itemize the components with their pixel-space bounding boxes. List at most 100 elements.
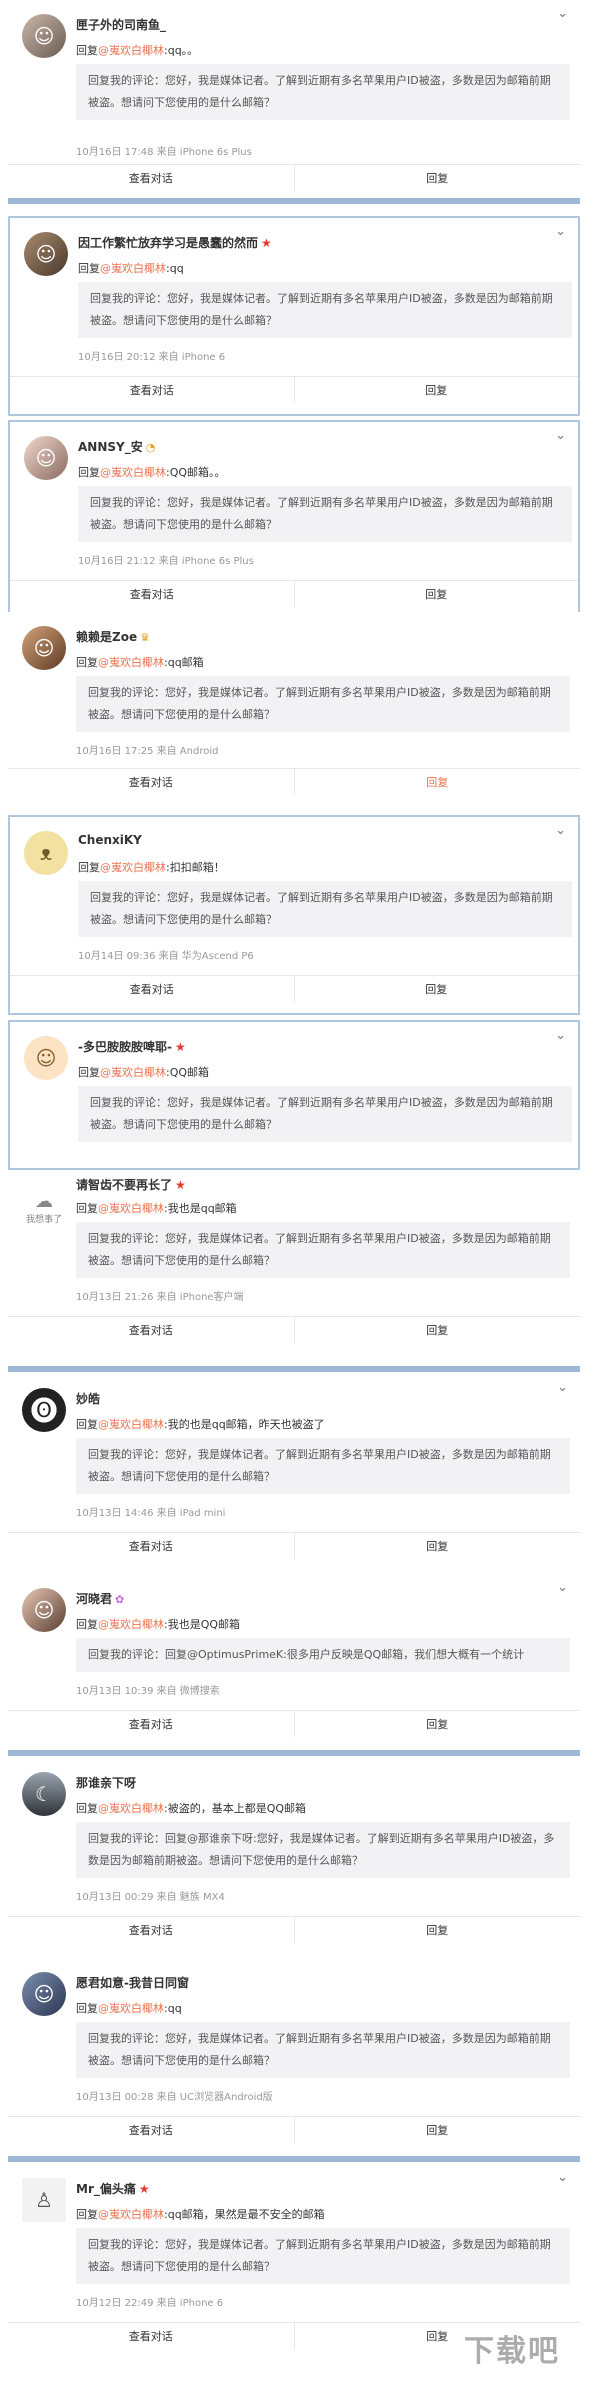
chevron-down-icon[interactable]: ⌄ — [557, 1380, 568, 1396]
comment-card: ⌄ ☺ 因工作繁忙放弃学习是愚蠢的然而 ★ 回复@嵬欢白椰林:qq 回复我的评论：… — [8, 216, 580, 416]
username[interactable]: -多巴胺胺胺啤耶- ★ — [78, 1038, 186, 1055]
timestamp-source: 10月14日 09:36 来自 华为Ascend P6 — [78, 951, 254, 962]
quoted-comment: 回复我的评论：您好，我是媒体记者。了解到近期有多名苹果用户ID被盗，多数是因为邮… — [76, 1438, 570, 1494]
view-conversation-button[interactable]: 查看对话 — [8, 2323, 294, 2349]
comment-card: ⌄ ♙ Mr_偏头痛 ★ 回复@嵬欢白椰林:qq邮箱，果然是最不安全的邮箱 回复我… — [8, 2164, 580, 2384]
mention-link[interactable]: @嵬欢白椰林 — [98, 44, 164, 57]
username[interactable]: ChenxiKY — [78, 833, 142, 847]
avatar[interactable]: ☺ — [22, 14, 66, 58]
quoted-comment: 回复我的评论：您好，我是媒体记者。了解到近期有多名苹果用户ID被盗，多数是因为邮… — [78, 282, 572, 338]
avatar[interactable]: ☺ — [22, 1588, 66, 1632]
mention-link[interactable]: @嵬欢白椰林 — [100, 1066, 166, 1079]
cloud-icon: ☁ — [35, 1191, 53, 1212]
reply-button[interactable]: 回复 — [293, 1917, 581, 1943]
mention-link[interactable]: @嵬欢白椰林 — [98, 656, 164, 669]
avatar[interactable]: ☺ — [22, 626, 66, 670]
avatar[interactable]: ☁ 我想事了 — [22, 1186, 66, 1230]
view-conversation-button[interactable]: 查看对话 — [8, 2117, 294, 2143]
view-conversation-button[interactable]: 查看对话 — [8, 1917, 294, 1943]
quoted-comment: 回复我的评论：回复@OptimusPrimeK:很多用户反映是QQ邮箱，我们想大… — [76, 1638, 570, 1672]
avatar[interactable]: ☺ — [24, 1036, 68, 1080]
avatar[interactable]: ᴥ — [24, 831, 68, 875]
verified-icon: ◔ — [145, 441, 156, 454]
avatar[interactable]: ♙ — [22, 2178, 66, 2222]
card-separator — [8, 1750, 580, 1756]
username[interactable]: 河晓君 ✿ — [76, 1590, 124, 1607]
mention-link[interactable]: @嵬欢白椰林 — [98, 1202, 164, 1215]
ribbon-icon: ✿ — [115, 1593, 125, 1606]
mention-link[interactable]: @嵬欢白椰林 — [100, 466, 166, 479]
username[interactable]: 请智齿不要再长了 ★ — [76, 1176, 186, 1193]
view-conversation-button[interactable]: 查看对话 — [8, 1317, 294, 1343]
view-conversation-button[interactable]: 查看对话 — [8, 1533, 294, 1559]
comment-card: ☾ 那谁亲下呀 回复@嵬欢白椰林:被盗的，基本上都是QQ邮箱 回复我的评论：回复… — [8, 1758, 580, 1954]
comment-card: ☺ 赖赖是Zoe ♛ 回复@嵬欢白椰林:qq邮箱 回复我的评论：您好，我是媒体记者… — [8, 612, 580, 808]
reply-button[interactable]: 回复 — [293, 1533, 581, 1559]
timestamp-source: 10月12日 22:49 来自 iPhone 6 — [76, 2298, 224, 2309]
comment-card: ⌄ ☺ -多巴胺胺胺啤耶- ★ 回复@嵬欢白椰林:QQ邮箱 回复我的评论：您好，我… — [8, 1020, 580, 1170]
chevron-down-icon[interactable]: ⌄ — [557, 1580, 568, 1596]
timestamp-source: 10月13日 14:46 来自 iPad mini — [76, 1508, 226, 1519]
avatar[interactable]: ☺ — [24, 436, 68, 480]
avatar[interactable]: ☺ — [22, 1972, 66, 2016]
username[interactable]: Mr_偏头痛 ★ — [76, 2180, 150, 2197]
chevron-down-icon[interactable]: ⌄ — [555, 224, 566, 240]
username[interactable]: 那谁亲下呀 — [76, 1774, 136, 1791]
chevron-down-icon[interactable]: ⌄ — [555, 1028, 566, 1044]
vip-star-icon: ★ — [174, 1040, 186, 1054]
username[interactable]: 赖赖是Zoe ♛ — [76, 628, 150, 645]
quoted-comment: 回复我的评论：您好，我是媒体记者。了解到近期有多名苹果用户ID被盗，多数是因为邮… — [76, 676, 570, 732]
reply-text: 回复@嵬欢白椰林:我的也是qq邮箱，昨天也被盗了 — [76, 1418, 325, 1431]
reply-button[interactable]: 回复 — [293, 769, 581, 795]
mention-link[interactable]: @嵬欢白椰林 — [98, 2208, 164, 2221]
reply-button[interactable]: 回复 — [293, 1317, 581, 1343]
reply-text: 回复@嵬欢白椰林:我也是QQ邮箱 — [76, 1618, 241, 1631]
chevron-down-icon[interactable]: ⌄ — [555, 428, 566, 444]
view-conversation-button[interactable]: 查看对话 — [8, 1711, 294, 1737]
username[interactable]: 愿君如意-我昔日同窗 — [76, 1974, 189, 1991]
mention-link[interactable]: @嵬欢白椰林 — [98, 2002, 164, 2015]
view-conversation-button[interactable]: 查看对话 — [10, 976, 294, 1002]
reply-text: 回复@嵬欢白椰林:qq邮箱，果然是最不安全的邮箱 — [76, 2208, 325, 2221]
reply-button[interactable]: 回复 — [293, 581, 579, 607]
comment-card: ⌄ ☺ 匣子外的司南鱼_ 回复@嵬欢白椰林:qq。。 回复我的评论：您好，我是媒… — [8, 0, 580, 158]
chevron-down-icon[interactable]: ⌄ — [557, 2170, 568, 2186]
quoted-comment: 回复我的评论：您好，我是媒体记者。了解到近期有多名苹果用户ID被盗，多数是因为邮… — [78, 881, 572, 937]
username[interactable]: 因工作繁忙放弃学习是愚蠢的然而 ★ — [78, 234, 272, 251]
reply-text: 回复@嵬欢白椰林:qq。。 — [76, 44, 199, 57]
comment-card: ☺ 愿君如意-我昔日同窗 回复@嵬欢白椰林:qq 回复我的评论：您好，我是媒体记… — [8, 1958, 580, 2154]
view-conversation-button[interactable]: 查看对话 — [8, 165, 294, 191]
mention-link[interactable]: @嵬欢白椰林 — [98, 1802, 164, 1815]
timestamp-source: 10月13日 10:39 来自 微博搜索 — [76, 1686, 220, 1697]
quoted-comment: 回复我的评论：您好，我是媒体记者。了解到近期有多名苹果用户ID被盗，多数是因为邮… — [76, 2228, 570, 2284]
avatar[interactable]: ☾ — [22, 1772, 66, 1816]
avatar[interactable]: ʘ — [22, 1388, 66, 1432]
username[interactable]: 匣子外的司南鱼_ — [76, 16, 166, 33]
card-separator — [8, 1366, 580, 1372]
avatar[interactable]: ☺ — [24, 232, 68, 276]
mention-link[interactable]: @嵬欢白椰林 — [100, 262, 166, 275]
comment-card: ⌄ ☺ 河晓君 ✿ 回复@嵬欢白椰林:我也是QQ邮箱 回复我的评论：回复@Opti… — [8, 1574, 580, 1746]
vip-star-icon: ★ — [261, 236, 272, 250]
mention-link[interactable]: @嵬欢白椰林 — [98, 1418, 164, 1431]
reply-text: 回复@嵬欢白椰林:QQ邮箱。。 — [78, 466, 226, 479]
vip-star-icon: ★ — [138, 2182, 150, 2196]
username[interactable]: ANNSY_安 ◔ — [78, 438, 155, 455]
reply-button[interactable]: 回复 — [293, 2117, 581, 2143]
reply-button[interactable]: 回复 — [293, 1711, 581, 1737]
mention-link[interactable]: @嵬欢白椰林 — [100, 861, 166, 874]
reply-button[interactable]: 回复 — [293, 976, 579, 1002]
chevron-down-icon[interactable]: ⌄ — [555, 823, 566, 839]
username[interactable]: 妙皓 — [76, 1390, 100, 1407]
card-separator — [8, 2156, 580, 2162]
reply-button[interactable]: 回复 — [293, 165, 581, 191]
view-conversation-button[interactable]: 查看对话 — [10, 377, 294, 403]
view-conversation-button[interactable]: 查看对话 — [10, 581, 294, 607]
timestamp-source: 10月16日 17:48 来自 iPhone 6s Plus — [76, 147, 252, 158]
reply-button[interactable]: 回复 — [293, 377, 579, 403]
quoted-comment: 回复我的评论：您好，我是媒体记者。了解到近期有多名苹果用户ID被盗，多数是因为邮… — [78, 486, 572, 542]
card-separator — [8, 198, 580, 204]
mention-link[interactable]: @嵬欢白椰林 — [98, 1618, 164, 1631]
view-conversation-button[interactable]: 查看对话 — [8, 769, 294, 795]
chevron-down-icon[interactable]: ⌄ — [557, 6, 568, 22]
